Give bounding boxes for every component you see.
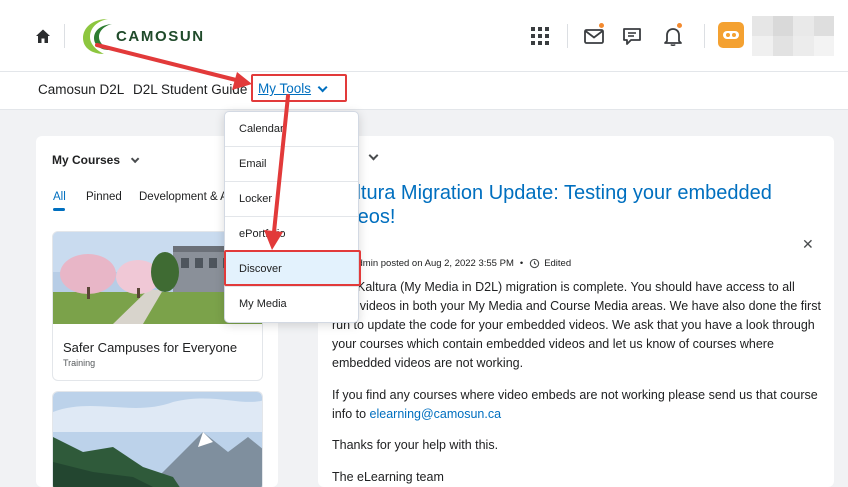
menu-item-email[interactable]: Email: [225, 147, 358, 182]
bullet-separator: •: [519, 258, 524, 269]
announcement-paragraph: If you find any courses where video embe…: [332, 386, 822, 424]
widget-title[interactable]: My Courses: [52, 153, 140, 167]
tab-pinned[interactable]: Pinned: [86, 191, 122, 203]
announcement-paragraph: Thanks for your help with this.: [332, 438, 499, 452]
divider: [64, 24, 65, 48]
top-bar: CAMOSUN: [0, 0, 848, 72]
dismiss-close-icon[interactable]: ✕: [802, 236, 814, 253]
home-icon[interactable]: [34, 27, 52, 45]
user-avatar[interactable]: [718, 22, 744, 48]
annotation-highlight-discover: [224, 250, 361, 286]
email-link[interactable]: elearning@camosun.ca: [370, 407, 502, 421]
unread-dot: [598, 22, 605, 29]
divider: [704, 24, 705, 48]
tab-development[interactable]: Development & A: [139, 191, 228, 203]
camosun-swirl-icon: [83, 19, 112, 54]
unread-dot: [676, 22, 683, 29]
camosun-logo[interactable]: CAMOSUN: [78, 14, 205, 58]
tab-all[interactable]: All: [53, 191, 66, 203]
navigation-bar: Camosun D2L D2L Student Guide My Tools: [0, 72, 848, 110]
edited-label: Edited: [544, 258, 572, 269]
avatar-glasses-icon: [723, 31, 739, 39]
edited-history-icon: [530, 258, 540, 269]
announcement-signature: The eLearning team: [332, 470, 444, 484]
user-name-redacted[interactable]: [752, 16, 834, 56]
my-tools-dropdown-menu: Calendar Email Locker ePortfolio Discove…: [224, 111, 359, 323]
course-selector-grid-icon[interactable]: [528, 24, 552, 48]
course-card[interactable]: [52, 391, 263, 487]
chevron-down-icon[interactable]: [368, 150, 379, 161]
menu-item-locker[interactable]: Locker: [225, 182, 358, 217]
menu-item-my-media[interactable]: My Media: [225, 287, 358, 322]
nav-link-camosun-d2l[interactable]: Camosun D2L: [38, 82, 124, 97]
divider: [567, 24, 568, 48]
announcement-paragraph: The Kaltura (My Media in D2L) migration …: [332, 280, 821, 370]
course-image-mountains: [53, 392, 262, 487]
menu-item-calendar[interactable]: Calendar: [225, 112, 358, 147]
subscription-alerts-chat-icon[interactable]: [620, 24, 644, 48]
annotation-highlight-my-tools: [251, 74, 347, 102]
course-card-subtitle: Training: [63, 358, 96, 368]
chevron-down-icon: [130, 154, 140, 164]
menu-item-eportfolio[interactable]: ePortfolio: [225, 217, 358, 252]
nav-link-student-guide[interactable]: D2L Student Guide: [133, 82, 247, 97]
course-card-title[interactable]: Safer Campuses for Everyone: [63, 340, 237, 355]
active-tab-indicator: [53, 208, 65, 211]
announcement-byline: D2L Admin posted on Aug 2, 2022 3:55 PM …: [332, 258, 571, 269]
announcement-title[interactable]: Kaltura Migration Update: Testing your e…: [332, 181, 812, 229]
logo-text: CAMOSUN: [116, 27, 205, 45]
announcements-widget: Kaltura Migration Update: Testing your e…: [318, 136, 834, 487]
widget-title-text: My Courses: [52, 153, 121, 167]
